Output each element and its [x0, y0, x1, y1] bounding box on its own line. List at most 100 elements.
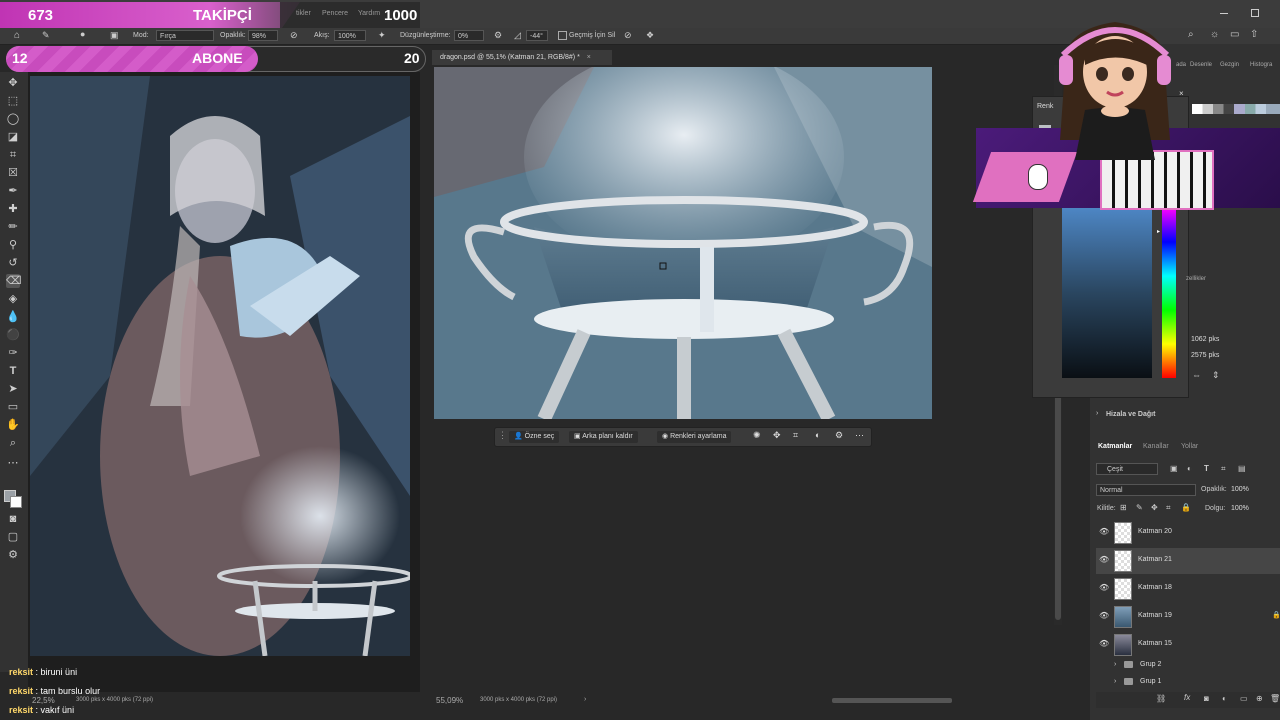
tab-libraries[interactable]: ada: [1176, 62, 1186, 68]
group-row[interactable]: › Grup 1: [1096, 675, 1280, 691]
fill-input[interactable]: 100%: [1231, 505, 1249, 512]
visibility-eye-icon[interactable]: 👁: [1099, 527, 1109, 536]
gradient-tool-icon[interactable]: ◈: [6, 292, 20, 306]
visibility-eye-icon[interactable]: 👁: [1099, 639, 1109, 648]
flip-horizontal-icon[interactable]: ⇔: [1192, 370, 1201, 380]
link-layers-icon[interactable]: ⛓: [1156, 694, 1166, 703]
adjust-colors-button[interactable]: ◉ Renkleri ayarlama: [657, 431, 732, 443]
type-tool-icon[interactable]: T: [6, 364, 20, 378]
align-panel-chevron-icon[interactable]: ›: [1096, 410, 1098, 417]
filter-type-icon[interactable]: T: [1204, 464, 1209, 473]
color-picker-field[interactable]: [1062, 208, 1152, 378]
effects-icon[interactable]: ✺: [753, 430, 761, 441]
lock-position-icon[interactable]: ✥: [1151, 503, 1158, 512]
layer-row[interactable]: 👁 Katman 19 🔒: [1096, 604, 1280, 630]
edit-toolbar-icon[interactable]: ⚙: [6, 548, 20, 562]
minimize-button[interactable]: [1220, 13, 1228, 14]
select-subject-button[interactable]: 👤 Özne seç: [509, 431, 560, 443]
rectangle-tool-icon[interactable]: ▭: [6, 400, 20, 414]
healing-tool-icon[interactable]: ✚: [6, 202, 20, 216]
filter-adjust-icon[interactable]: ◐: [1187, 464, 1192, 473]
group-row[interactable]: › Grup 2: [1096, 658, 1280, 674]
angle-input[interactable]: -44°: [526, 30, 548, 41]
path-select-icon[interactable]: ➤: [6, 382, 20, 396]
dodge-tool-icon[interactable]: ⚫: [6, 328, 20, 342]
menu-item-extras[interactable]: tikler: [296, 10, 311, 17]
drag-handle-icon[interactable]: ⋮: [498, 430, 507, 441]
angle-icon[interactable]: ◿: [514, 30, 521, 41]
tab-histogram[interactable]: Histogra: [1250, 62, 1272, 68]
document-zoom[interactable]: 55,09%: [436, 696, 463, 705]
flow-input[interactable]: 100%: [334, 30, 366, 41]
horizontal-scrollbar[interactable]: [832, 698, 952, 703]
tab-patterns[interactable]: Desenle: [1190, 62, 1212, 68]
layer-row[interactable]: 👁 Katman 15: [1096, 632, 1280, 658]
warp-icon[interactable]: ⌗: [793, 430, 798, 441]
layer-row[interactable]: 👁 Katman 20: [1096, 520, 1280, 546]
hue-pointer-icon[interactable]: ▸: [1157, 228, 1160, 235]
pressure-size-icon[interactable]: ⊘: [624, 30, 632, 41]
remove-background-button[interactable]: ▣ Arka planı kaldır: [569, 431, 638, 443]
layer-filter-select[interactable]: Çeşit: [1096, 463, 1158, 475]
visibility-eye-icon[interactable]: 👁: [1099, 555, 1109, 564]
menu-item-window[interactable]: Pencere: [322, 10, 348, 17]
transform-icon[interactable]: ✥: [773, 430, 781, 441]
adjustment-layer-icon[interactable]: ◐: [815, 430, 820, 440]
main-canvas-image[interactable]: [434, 67, 932, 419]
filter-pixel-icon[interactable]: ▣: [1170, 464, 1178, 473]
lightbulb-icon[interactable]: ☼: [1210, 29, 1219, 40]
stamp-tool-icon[interactable]: ⚲: [6, 238, 20, 252]
tab-layers[interactable]: Katmanlar: [1098, 443, 1132, 450]
layer-opacity-input[interactable]: 100%: [1231, 486, 1249, 493]
filter-smart-icon[interactable]: ▤: [1238, 464, 1246, 473]
lock-brush-icon[interactable]: ✎: [1136, 503, 1143, 512]
lock-artboard-icon[interactable]: ⌗: [1166, 503, 1171, 513]
restore-button[interactable]: [1251, 9, 1259, 17]
flip-vertical-icon[interactable]: ⇕: [1212, 370, 1220, 381]
search-icon[interactable]: ⌕: [1188, 29, 1194, 40]
frame-tool-icon[interactable]: ☒: [6, 166, 20, 180]
visibility-eye-icon[interactable]: 👁: [1099, 583, 1109, 592]
airbrush-icon[interactable]: ✦: [378, 30, 386, 41]
reference-zoom[interactable]: 22,5%: [32, 696, 55, 705]
tab-channels[interactable]: Kanallar: [1143, 443, 1169, 450]
more-tools-icon[interactable]: ⋯: [6, 456, 20, 470]
align-panel-title[interactable]: Hizala ve Dağıt: [1106, 411, 1155, 418]
blend-mode-select[interactable]: Normal: [1096, 484, 1196, 496]
zoom-tool-icon[interactable]: ⌕: [6, 436, 20, 450]
visibility-eye-icon[interactable]: 👁: [1099, 611, 1109, 620]
expand-chevron-icon[interactable]: ›: [1114, 661, 1116, 668]
eraser-preset-icon[interactable]: ✎: [42, 30, 50, 41]
layer-row[interactable]: 👁 Katman 21: [1096, 548, 1280, 574]
add-mask-icon[interactable]: ◙: [1204, 694, 1209, 703]
new-adjustment-icon[interactable]: ◐: [1222, 694, 1227, 703]
opacity-input[interactable]: 98%: [248, 30, 278, 41]
symmetry-icon[interactable]: ❖: [646, 30, 654, 41]
status-arrow-icon[interactable]: ›: [584, 696, 586, 703]
tab-navigator[interactable]: Gezgin: [1220, 62, 1239, 68]
expand-chevron-icon[interactable]: ›: [1114, 678, 1116, 685]
width-value[interactable]: 1062 pks: [1191, 336, 1219, 343]
pen-tool-icon[interactable]: ✑: [6, 346, 20, 360]
new-group-icon[interactable]: ▭: [1240, 694, 1248, 703]
close-panel-icon[interactable]: ×: [1179, 89, 1184, 98]
screen-mode-icon[interactable]: ▢: [6, 530, 20, 544]
hue-slider[interactable]: [1162, 208, 1176, 378]
home-icon[interactable]: ⌂: [14, 30, 20, 41]
close-tab-icon[interactable]: ×: [587, 54, 591, 61]
brush-tool-icon[interactable]: ✏: [6, 220, 20, 234]
marquee-tool-icon[interactable]: ⬚: [6, 94, 20, 108]
history-brush-icon[interactable]: ↺: [6, 256, 20, 270]
smoothing-input[interactable]: 0%: [454, 30, 484, 41]
quick-mask-icon[interactable]: ◙: [6, 512, 20, 526]
delete-layer-icon[interactable]: 🗑: [1270, 694, 1280, 703]
share-icon[interactable]: ⇧: [1250, 29, 1258, 40]
workspace-icon[interactable]: ▭: [1230, 29, 1239, 40]
layer-row[interactable]: 👁 Katman 18: [1096, 576, 1280, 602]
eyedropper-tool-icon[interactable]: ✒: [6, 184, 20, 198]
lasso-tool-icon[interactable]: ◯: [6, 112, 20, 126]
fx-icon[interactable]: fx: [1184, 693, 1190, 702]
menu-item-help[interactable]: Yardım: [358, 10, 380, 17]
tab-paths[interactable]: Yollar: [1181, 443, 1198, 450]
height-value[interactable]: 2575 pks: [1191, 352, 1219, 359]
